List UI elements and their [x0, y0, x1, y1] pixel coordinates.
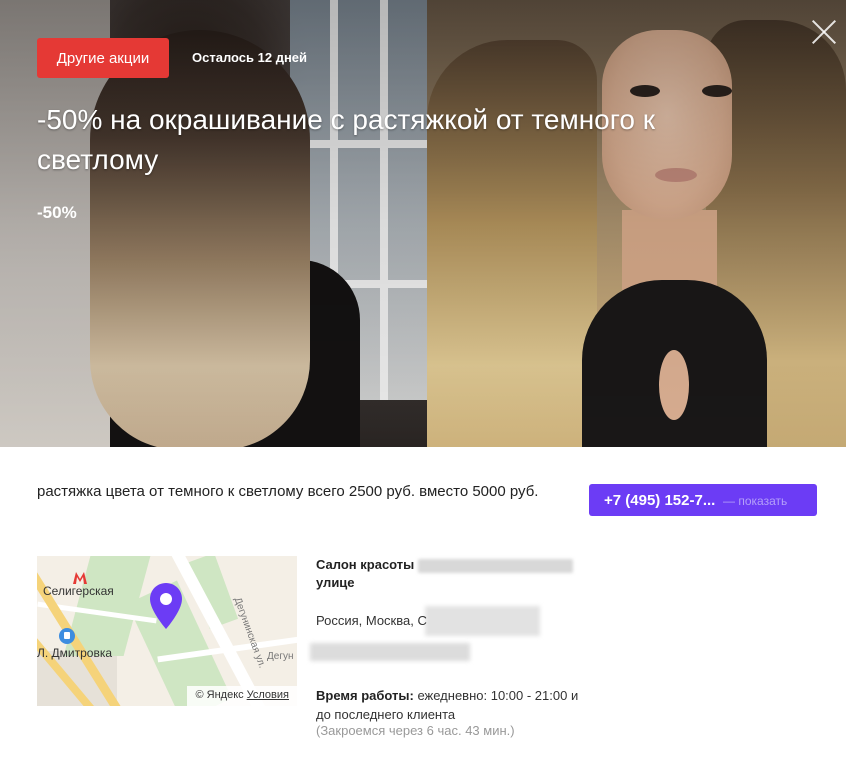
- map-terms-link[interactable]: Условия: [247, 689, 289, 701]
- show-phone-button[interactable]: +7 (495) 152-7... — показать: [589, 484, 817, 516]
- redacted-text: [417, 558, 573, 573]
- salon-name-suffix: улице: [316, 575, 355, 590]
- map-street-label-2: Дегун: [267, 651, 294, 662]
- map-poi-label: Л. Дмитровка: [37, 646, 113, 660]
- offer-headline: -50% на окрашивание с растяжкой от темно…: [37, 104, 655, 175]
- working-hours-label: Время работы:: [316, 688, 414, 703]
- salon-address: Россия, Москва, С: [316, 613, 427, 628]
- show-phone-label: — показать: [723, 493, 788, 508]
- phone-number: +7 (495) 152-7...: [604, 491, 716, 509]
- close-icon[interactable]: [810, 18, 838, 46]
- redacted-text: [310, 643, 470, 661]
- discount-badge: -50%: [37, 203, 77, 222]
- closes-in-label: (Закроемся через 6 час. 43 мин.): [316, 723, 515, 738]
- salon-name: Салон красоты улице: [316, 556, 576, 592]
- working-hours: Время работы: ежедневно: 10:00 - 21:00 и…: [316, 686, 586, 724]
- salon-name-prefix: Салон красоты: [316, 557, 415, 572]
- location-map[interactable]: Селигерская Л. Дмитровка Дегунинская ул.…: [37, 556, 297, 706]
- map-credit-text: © Яндекс: [195, 689, 244, 701]
- offer-description: растяжка цвета от темного к светлому все…: [37, 483, 539, 500]
- metro-icon: [73, 572, 87, 584]
- map-attribution: © Яндекс Условия: [187, 686, 297, 706]
- map-station-label: Селигерская: [43, 584, 114, 598]
- shopping-bag-icon: [59, 628, 75, 644]
- days-left-label: Осталось 12 дней: [192, 50, 308, 65]
- location-pin-icon[interactable]: [150, 583, 182, 629]
- other-offers-button[interactable]: Другие акции: [37, 38, 169, 78]
